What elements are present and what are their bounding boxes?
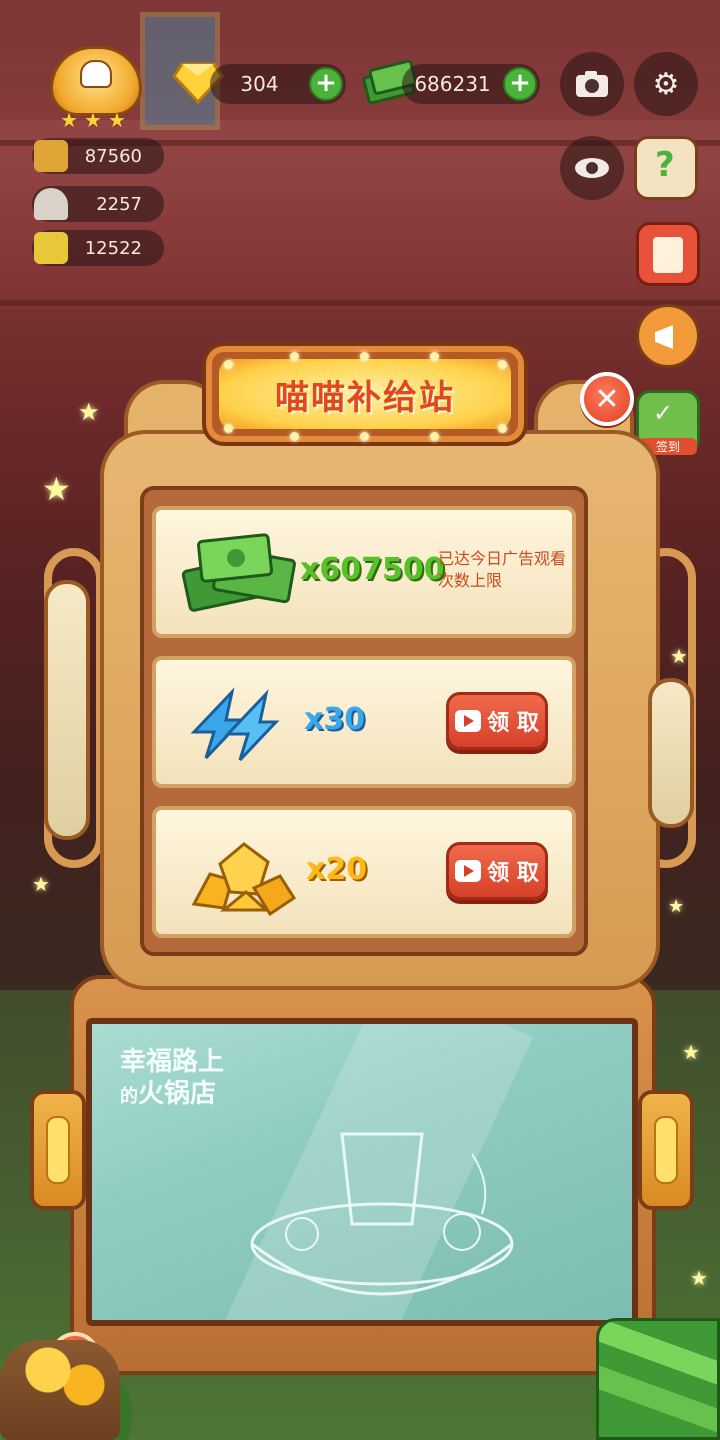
reward-amount: x607500: [300, 552, 445, 587]
panel-title: 喵喵补给站: [275, 377, 455, 418]
add-gems-button[interactable]: +: [309, 67, 343, 101]
light-gem: [654, 1116, 678, 1184]
cloche-icon: [34, 188, 68, 220]
marquee-bulb: [224, 360, 233, 369]
megaphone-icon: [655, 325, 673, 349]
sparkle-icon: ★: [32, 872, 50, 896]
stat-value: 2257: [96, 193, 142, 215]
gem-count: 304: [240, 72, 279, 96]
marquee-bulb: [224, 424, 233, 433]
lightning-icon: [190, 687, 280, 762]
video-ad-icon: [455, 710, 482, 732]
video-ad-icon: [455, 860, 482, 882]
claim-gems-button[interactable]: 领 取: [446, 842, 548, 900]
pot-icon: [34, 140, 68, 172]
chef-hat-icon: [80, 60, 112, 88]
right-handle: [648, 678, 694, 828]
stat-value: 87560: [84, 145, 142, 167]
marquee-bulb: [430, 432, 439, 441]
cash-count: 686231: [414, 72, 491, 96]
gold-gems-icon: [191, 842, 297, 917]
eye-icon: [575, 158, 609, 178]
marquee-bulb: [290, 432, 299, 441]
marquee-bulb: [360, 352, 369, 361]
chalkboard-screen: 幸福路上 的火锅店: [86, 1018, 638, 1326]
recipe-button[interactable]: [636, 222, 700, 286]
view-toggle-button[interactable]: [560, 136, 624, 200]
claim-label: 领 取: [487, 711, 539, 736]
reward-amount: x30: [304, 702, 366, 737]
sparkle-icon: ★: [682, 1040, 700, 1064]
hotpot-illustration: [250, 1132, 514, 1296]
sparkle-icon: ★: [670, 644, 688, 668]
marquee-bulb: [430, 352, 439, 361]
settings-button[interactable]: ⚙: [634, 52, 698, 116]
board-line-1: 幸福路上: [120, 1047, 225, 1077]
stat-value: 12522: [84, 237, 142, 259]
right-cart-light: [638, 1090, 694, 1210]
help-book-icon: ?: [655, 145, 675, 185]
checkmark-icon: ✓: [653, 399, 674, 427]
cash-counter: 686231 +: [402, 64, 540, 104]
light-gem: [46, 1116, 70, 1184]
left-handle: [44, 580, 90, 840]
restaurant-rank-badge[interactable]: ★★★: [30, 42, 162, 132]
help-book-button[interactable]: ?: [634, 136, 698, 200]
reward-card-cash: x607500 已达今日广告观看次数上限: [152, 506, 576, 638]
gear-icon: ⚙: [652, 66, 680, 102]
cash-pile-decoration: [596, 1318, 720, 1440]
board-line-2-small: 的: [120, 1086, 138, 1107]
marquee-bulb: [290, 352, 299, 361]
camera-icon: [576, 71, 608, 97]
close-icon: ✕: [594, 381, 620, 417]
reward-card-gems: x20 领 取: [152, 806, 576, 938]
stat-cloche: 2257: [32, 186, 164, 222]
rank-stars: ★★★: [60, 108, 132, 132]
sparkle-icon: ★: [668, 896, 685, 917]
sparkle-icon: ★: [78, 398, 100, 426]
marquee-bulb: [498, 424, 507, 433]
board-line-2: 火锅店: [138, 1079, 217, 1109]
reward-card-energy: x30 领 取: [152, 656, 576, 788]
gem-counter: 304 +: [210, 64, 346, 104]
marquee-bulb: [360, 432, 369, 441]
title-marquee: 喵喵补给站: [219, 359, 511, 429]
cash-stack-icon: [181, 533, 296, 612]
camera-button[interactable]: [560, 52, 624, 116]
stat-ticket: 12522: [32, 230, 164, 266]
left-cart-light: [30, 1090, 86, 1210]
recipe-icon: [653, 237, 683, 273]
restaurant-name: 幸福路上 的火锅店: [120, 1046, 224, 1113]
gold-sack-decoration: [0, 1340, 120, 1440]
claim-energy-button[interactable]: 领 取: [446, 692, 548, 750]
ad-limit-note: 已达今日广告观看次数上限: [438, 549, 567, 590]
claim-label: 领 取: [487, 861, 539, 886]
ticket-icon: [34, 232, 68, 264]
add-cash-button[interactable]: +: [503, 67, 537, 101]
close-button[interactable]: ✕: [580, 372, 634, 426]
sparkle-icon: ★: [42, 470, 71, 508]
stat-pot: 87560: [32, 138, 164, 174]
marquee-bulb: [498, 360, 507, 369]
promotion-button[interactable]: [636, 304, 700, 368]
reward-amount: x20: [306, 852, 368, 887]
sparkle-icon: ★: [690, 1266, 708, 1290]
